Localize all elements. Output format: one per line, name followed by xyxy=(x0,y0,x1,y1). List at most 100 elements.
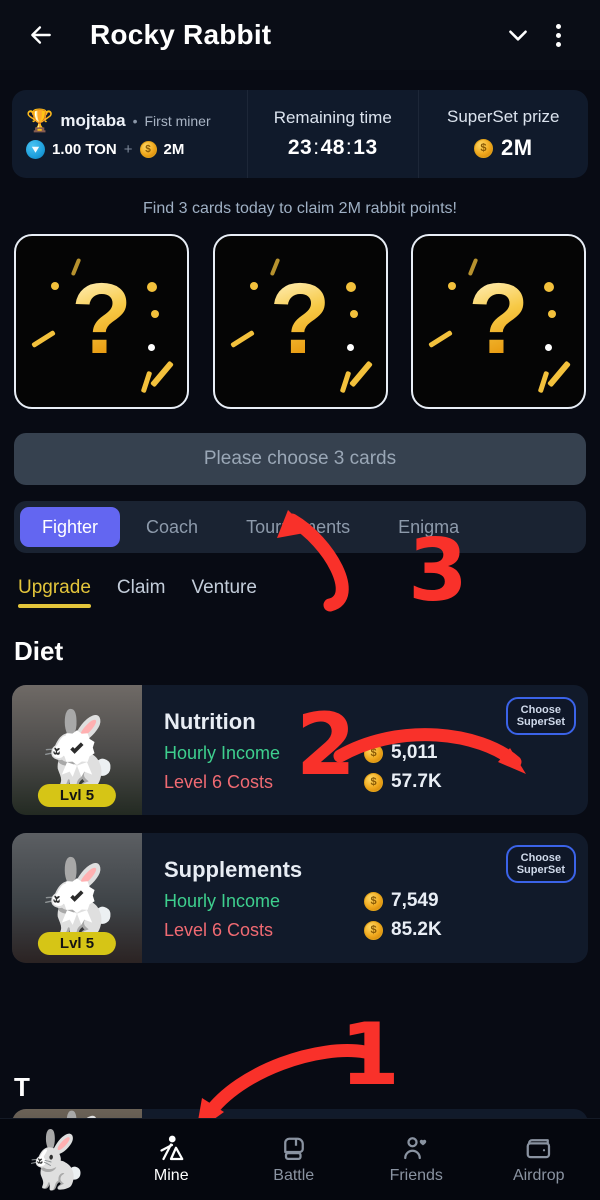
superset-prize-block: SuperSet prize $ 2M xyxy=(419,90,589,178)
pickaxe-icon xyxy=(160,1135,184,1161)
back-button[interactable] xyxy=(22,16,60,54)
trophy-icon: 🏆 xyxy=(26,107,54,133)
superset-prize-label: SuperSet prize xyxy=(447,107,560,126)
wallet-icon xyxy=(526,1139,550,1159)
mystery-card-2[interactable]: ? xyxy=(212,234,388,409)
chevron-down-icon xyxy=(509,30,527,41)
remaining-time-block: Remaining time 23:48:13 xyxy=(248,90,419,178)
timer-sep-1: : xyxy=(313,136,320,159)
rabbit-gym-thumb: 🐇 Lvl 5 xyxy=(12,833,142,963)
nav-label-friends: Friends xyxy=(389,1167,443,1184)
income-amount: $ 5,011 xyxy=(364,742,438,764)
miner-line: 🏆 mojtaba • First miner xyxy=(26,107,247,133)
timer-sep-2: : xyxy=(345,136,353,159)
stats-strip: 🏆 mojtaba • First miner 1.00 TON + $ 2M … xyxy=(12,90,588,178)
coin-icon: $ xyxy=(364,743,383,763)
timer-seconds: 13 xyxy=(353,136,378,159)
mystery-card-1[interactable]: ? xyxy=(14,234,189,409)
nav-label-mine: Mine xyxy=(153,1167,189,1184)
subtab-upgrade[interactable]: Upgrade xyxy=(18,577,91,608)
overflow-menu-button[interactable] xyxy=(538,15,578,55)
superset-line-1: Choose xyxy=(520,852,562,864)
ton-amount: 1.00 TON xyxy=(52,140,117,158)
question-mark-glyph: ? xyxy=(269,262,331,375)
coin-amount: 2M xyxy=(163,140,185,158)
nav-item-airdrop[interactable]: Airdrop xyxy=(478,1134,600,1185)
cost-value: 85.2K xyxy=(391,919,442,940)
app-bar: Rocky Rabbit xyxy=(0,0,600,70)
tab-enigma[interactable]: Enigma xyxy=(376,507,481,547)
coin-icon: $ xyxy=(364,920,383,940)
tab-coach[interactable]: Coach xyxy=(124,507,220,547)
level-badge: Lvl 5 xyxy=(37,784,117,807)
coin-icon: $ xyxy=(364,772,383,792)
item-body: Nutrition Hourly Income $ 5,011 Level 6 … xyxy=(142,685,588,815)
level-badge: Lvl 5 xyxy=(37,932,117,955)
question-mark-glyph: ? xyxy=(70,262,133,375)
cost-amount: $ 57.7K xyxy=(364,771,442,793)
coin-icon: $ xyxy=(364,891,383,911)
remaining-time-label: Remaining time xyxy=(273,108,392,127)
more-vertical-icon xyxy=(555,23,561,47)
remaining-time-value: 23:48:13 xyxy=(288,136,378,160)
cost-amount: $ 85.2K xyxy=(364,919,442,941)
miner-reward-line: 1.00 TON + $ 2M xyxy=(26,139,247,159)
income-amount: $ 7,549 xyxy=(364,890,439,912)
choose-cards-button[interactable]: Please choose 3 cards xyxy=(14,433,586,485)
income-row: Hourly Income $ 5,011 xyxy=(164,742,574,764)
first-miner-block: 🏆 mojtaba • First miner 1.00 TON + $ 2M xyxy=(12,90,248,178)
question-mark-glyph: ? xyxy=(467,262,530,375)
coin-icon: $ xyxy=(473,138,493,158)
rabbit-avatar[interactable]: 🐇 xyxy=(0,1131,110,1188)
miner-name: mojtaba xyxy=(60,110,126,130)
next-section-title: T xyxy=(14,1072,30,1102)
subtab-claim[interactable]: Claim xyxy=(117,577,166,608)
nav-item-battle[interactable]: Battle xyxy=(233,1134,356,1185)
nav-items: Mine Battle Friends Airdrop xyxy=(110,1134,600,1185)
verified-badge-icon xyxy=(59,729,95,777)
item-body: Supplements Hourly Income $ 7,549 Level … xyxy=(142,833,588,963)
rabbit-nutrition-thumb: 🐇 Lvl 5 xyxy=(12,685,142,815)
collapse-button[interactable] xyxy=(498,15,538,55)
cost-label: Level 6 Costs xyxy=(164,771,274,792)
tab-fighter[interactable]: Fighter xyxy=(20,507,121,547)
plus-sign: + xyxy=(123,140,133,158)
daily-hint: Find 3 cards today to claim 2M rabbit po… xyxy=(143,200,457,217)
timer-hours: 23 xyxy=(287,136,313,159)
cost-row: Level 6 Costs $ 57.7K xyxy=(164,771,574,793)
cost-value: 57.7K xyxy=(391,771,442,792)
upgrade-item-supplements[interactable]: 🐇 Lvl 5 Supplements Hourly Income $ 7,54… xyxy=(12,833,588,963)
sub-tabs: Upgrade Claim Venture xyxy=(0,577,600,608)
miner-role: First miner xyxy=(144,112,211,129)
nav-item-mine[interactable]: Mine xyxy=(110,1134,233,1185)
tab-tournaments[interactable]: Tournaments xyxy=(224,507,372,547)
nav-label-airdrop: Airdrop xyxy=(512,1167,565,1184)
page-title: Rocky Rabbit xyxy=(90,19,272,50)
income-value: 5,011 xyxy=(391,742,438,763)
superset-line-2: SuperSet xyxy=(516,716,565,729)
miner-separator: • xyxy=(132,112,138,129)
income-label: Hourly Income xyxy=(164,742,281,763)
superset-line-1: Choose xyxy=(520,704,562,716)
income-value: 7,549 xyxy=(391,890,439,911)
cost-row: Level 6 Costs $ 85.2K xyxy=(164,919,574,941)
mystery-card-3[interactable]: ? xyxy=(411,234,586,409)
superset-line-2: SuperSet xyxy=(516,864,565,877)
coin-icon: $ xyxy=(139,140,157,158)
ton-icon xyxy=(26,139,45,159)
friends-heart-icon xyxy=(404,1137,427,1160)
choose-superset-button[interactable]: Choose SuperSet xyxy=(505,845,576,884)
arrow-left-icon xyxy=(31,26,51,44)
nav-item-friends[interactable]: Friends xyxy=(355,1134,478,1185)
subtab-venture[interactable]: Venture xyxy=(191,577,257,608)
superset-prize-line: $ 2M xyxy=(473,135,533,161)
superset-prize-value: 2M xyxy=(500,135,533,160)
category-tabs: Fighter Coach Tournaments Enigma xyxy=(14,501,586,553)
app-screen: Rocky Rabbit 🏆 mojtaba • First miner 1.0… xyxy=(0,0,600,1200)
upgrade-item-nutrition[interactable]: 🐇 Lvl 5 Nutrition Hourly Income $ 5,011 … xyxy=(12,685,588,815)
income-row: Hourly Income $ 7,549 xyxy=(164,890,574,912)
boxing-glove-icon xyxy=(283,1137,304,1161)
choose-superset-button[interactable]: Choose SuperSet xyxy=(505,697,576,736)
income-label: Hourly Income xyxy=(164,890,281,911)
timer-minutes: 48 xyxy=(320,136,345,159)
